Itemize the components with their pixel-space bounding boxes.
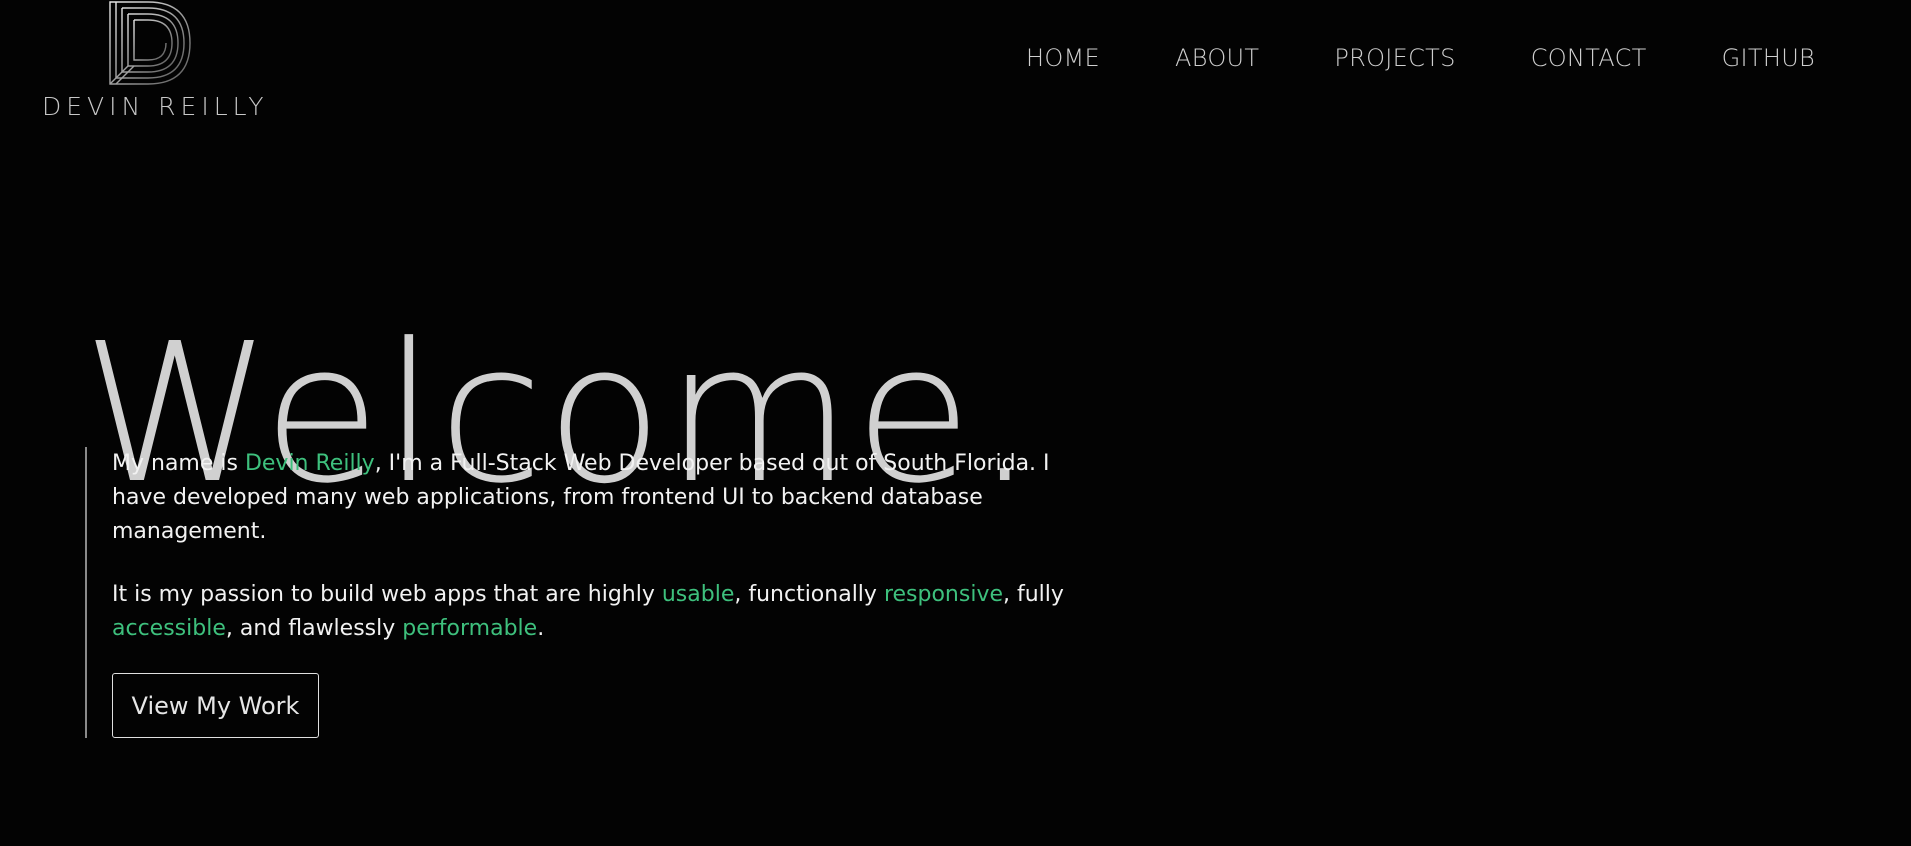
d-monogram-logo-icon bbox=[109, 1, 191, 85]
highlight-usable: usable bbox=[661, 582, 735, 607]
highlight-name: Devin Reilly bbox=[244, 451, 375, 476]
nav-item-projects[interactable]: PROJECTS bbox=[1334, 44, 1455, 72]
main-nav: HOME ABOUT PROJECTS CONTACT GITHUB bbox=[1026, 44, 1815, 72]
brand-name: DEVIN REILLY bbox=[42, 92, 269, 121]
nav-item-about[interactable]: ABOUT bbox=[1175, 44, 1259, 72]
intro-text: My name is bbox=[112, 451, 245, 476]
site-header: DEVIN REILLY HOME ABOUT PROJECTS CONTACT… bbox=[0, 0, 1911, 130]
nav-item-home[interactable]: HOME bbox=[1026, 44, 1100, 72]
intro-text: , fully bbox=[1003, 582, 1064, 607]
intro-paragraph-1: My name is Devin Reilly, I'm a Full-Stac… bbox=[112, 447, 1072, 549]
logo-link[interactable]: DEVIN REILLY bbox=[40, 0, 270, 125]
nav-item-github[interactable]: GITHUB bbox=[1722, 44, 1815, 72]
nav-item-contact[interactable]: CONTACT bbox=[1531, 44, 1647, 72]
intro-text: , functionally bbox=[734, 582, 884, 607]
intro-section: My name is Devin Reilly, I'm a Full-Stac… bbox=[85, 447, 1085, 738]
view-my-work-button[interactable]: View My Work bbox=[112, 673, 319, 738]
highlight-responsive: responsive bbox=[883, 582, 1003, 607]
intro-text: It is my passion to build web apps that … bbox=[112, 582, 662, 607]
highlight-accessible: accessible bbox=[112, 616, 226, 641]
intro-text: . bbox=[537, 616, 545, 641]
intro-paragraph-2: It is my passion to build web apps that … bbox=[112, 578, 1072, 646]
intro-text: , and flawlessly bbox=[225, 616, 403, 641]
highlight-performable: performable bbox=[402, 616, 538, 641]
